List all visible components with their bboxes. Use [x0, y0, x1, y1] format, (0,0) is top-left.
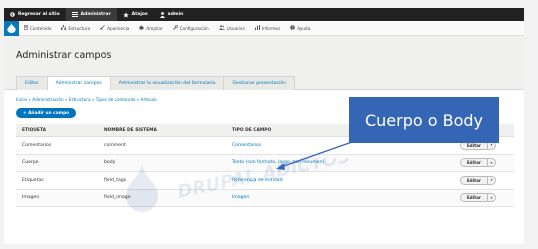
callout-label: Cuerpo o Body: [349, 97, 499, 143]
chevron-down-icon[interactable]: ▾: [487, 176, 495, 184]
menu-item-extend[interactable]: Ampliar: [134, 25, 167, 31]
screen-frame: Regresar al sitio Administrar Atajos adm…: [0, 0, 538, 249]
admin-toolbar: Regresar al sitio Administrar Atajos adm…: [4, 8, 524, 21]
menu-item-content-label: Contenido: [30, 25, 52, 31]
edit-dropbutton: Editar ▾: [459, 175, 496, 185]
field-type-link[interactable]: Imagen: [230, 195, 446, 200]
user-menu-tab[interactable]: admin: [154, 8, 190, 21]
primary-tabs: Editar Administrar campos Administrar la…: [16, 76, 296, 90]
puzzle-icon: [139, 25, 145, 31]
tab-manage-form-display[interactable]: Administrar la visualización del formula…: [109, 76, 225, 90]
menu-item-configuration-label: Configuración: [179, 25, 209, 31]
admin-page: Regresar al sitio Administrar Atajos adm…: [4, 8, 524, 244]
structure-icon: [61, 25, 67, 31]
field-type-link[interactable]: Comentarios: [230, 143, 446, 148]
field-label: Cuerpo: [22, 160, 39, 166]
field-machine-name: body: [104, 160, 116, 166]
edit-button[interactable]: Editar: [461, 194, 487, 201]
users-icon: [218, 25, 225, 31]
user-label: admin: [167, 12, 184, 17]
wrench-icon: [172, 24, 178, 31]
field-type-link[interactable]: Texto (con formato, largo, con resumen): [230, 160, 446, 165]
edit-button[interactable]: Editar: [461, 177, 487, 184]
menu-item-content[interactable]: Contenido: [19, 25, 56, 31]
menu-item-reports[interactable]: Informes: [250, 25, 285, 31]
menu-item-structure[interactable]: Estructura: [56, 25, 95, 31]
breadcrumb[interactable]: Inicio » Administración » Estructura » T…: [16, 97, 157, 102]
header-label: ETIQUETA: [22, 127, 46, 133]
edit-dropbutton: Editar ▾: [459, 193, 496, 203]
menu-item-structure-label: Estructura: [68, 25, 91, 31]
back-to-site-label: Regresar al sitio: [18, 12, 60, 17]
tab-manage-fields[interactable]: Administrar campos: [46, 76, 111, 90]
field-type-link[interactable]: Referencia de entidad: [230, 178, 446, 183]
field-label: Imagen: [22, 195, 40, 201]
header-machine-name: NOMBRE DE SISTEMA: [104, 127, 157, 133]
tab-manage-display[interactable]: Gestionar presentación: [223, 76, 296, 90]
add-field-button[interactable]: + Añadir un campo: [16, 108, 77, 118]
menu-item-users-label: Usuarios: [226, 25, 245, 31]
help-icon: ?: [290, 25, 296, 31]
svg-text:?: ?: [292, 26, 294, 30]
brush-icon: [100, 25, 105, 31]
table-row: Imagen field_image Imagen Editar ▾: [16, 189, 514, 207]
field-machine-name: field_tags: [104, 177, 127, 183]
back-to-site-link[interactable]: Regresar al sitio: [4, 8, 66, 21]
admin-subtoolbar: Contenido Estructura Apariencia Ampliar …: [4, 20, 524, 36]
chart-icon: [254, 25, 260, 31]
menu-item-configuration[interactable]: Configuración: [168, 24, 214, 31]
table-row: Cuerpo body Texto (con formato, largo, c…: [16, 154, 514, 172]
chevron-down-icon[interactable]: ▾: [487, 194, 495, 202]
page-header: Administrar campos ☆ Editar Administrar …: [4, 36, 524, 90]
drupal-logo-icon[interactable]: [4, 20, 19, 36]
menu-item-reports-label: Informes: [261, 25, 281, 31]
chevron-down-icon[interactable]: ▾: [487, 159, 495, 167]
edit-dropbutton: Editar ▾: [459, 158, 496, 168]
table-row: Etiquetas field_tags Referencia de entid…: [16, 172, 514, 190]
operations-cell: Editar ▾: [446, 193, 514, 203]
field-machine-name: field_image: [104, 195, 131, 201]
field-label: Etiquetas: [22, 177, 44, 183]
edit-button[interactable]: Editar: [461, 159, 487, 166]
field-machine-name: comment: [104, 142, 126, 148]
page-title: Administrar campos: [16, 50, 112, 61]
manage-menu-tab[interactable]: Administrar: [65, 8, 117, 21]
star-icon: [122, 11, 129, 18]
operations-cell: Editar ▾: [446, 158, 514, 168]
field-label: Comentarios: [22, 142, 52, 148]
document-icon: [24, 25, 28, 31]
menu-item-users[interactable]: Usuarios: [214, 25, 250, 31]
manage-menu-label: Administrar: [80, 12, 111, 17]
shortcuts-tab[interactable]: Atajos: [117, 8, 154, 21]
menu-icon: [71, 12, 78, 17]
user-icon: [159, 11, 165, 18]
operations-cell: Editar ▾: [446, 175, 514, 185]
menu-item-appearance[interactable]: Apariencia: [95, 25, 134, 31]
menu-item-help[interactable]: ? Ayuda: [285, 25, 315, 31]
menu-item-appearance-label: Apariencia: [107, 25, 130, 31]
arrow-left-icon: [10, 12, 15, 17]
shortcut-star-icon[interactable]: ☆: [103, 49, 111, 59]
tab-edit[interactable]: Editar: [16, 76, 48, 90]
shortcuts-label: Atajos: [131, 12, 148, 17]
menu-item-extend-label: Ampliar: [146, 25, 163, 31]
menu-item-help-label: Ayuda: [297, 25, 311, 31]
